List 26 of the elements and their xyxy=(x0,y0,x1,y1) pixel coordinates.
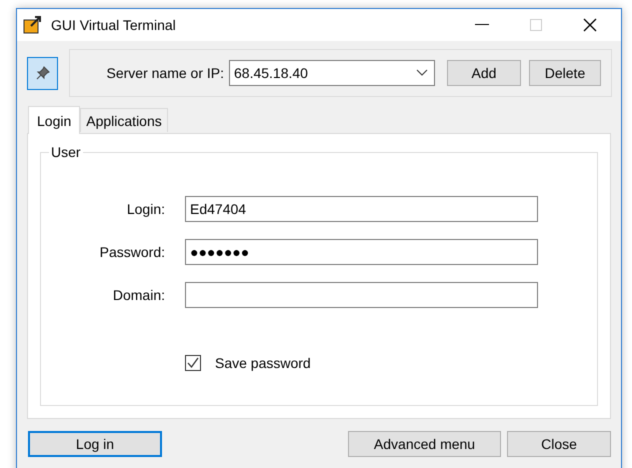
checkbox[interactable] xyxy=(185,355,201,371)
input-field[interactable]: Ed47404 xyxy=(185,196,538,222)
terminal-icon xyxy=(23,15,43,35)
input-field[interactable] xyxy=(185,282,538,308)
add-button[interactable]: Add xyxy=(447,60,521,86)
field-label: Password: xyxy=(98,244,165,260)
delete-button[interactable]: Delete xyxy=(529,60,601,86)
checkbox-label: Save password xyxy=(215,355,311,371)
chevron-down-icon xyxy=(416,69,428,77)
window-title: GUI Virtual Terminal xyxy=(51,17,177,33)
maximize-icon xyxy=(530,19,542,31)
pin-button[interactable] xyxy=(27,56,58,90)
input-field[interactable]: ●●●●●●● xyxy=(185,239,538,265)
dialog-button[interactable]: Log in xyxy=(28,431,162,457)
tab[interactable]: Applications xyxy=(80,108,168,132)
group-title: User xyxy=(50,144,82,160)
tab[interactable]: Login xyxy=(28,106,80,134)
pin-icon xyxy=(34,65,50,81)
server-label: Server name or IP: xyxy=(106,65,224,81)
dialog-button[interactable]: Advanced menu xyxy=(348,431,501,457)
close-icon xyxy=(583,18,597,32)
server-combo[interactable]: 68.45.18.40 xyxy=(229,60,435,86)
dialog-button[interactable]: Close xyxy=(507,431,611,457)
field-label: Login: xyxy=(126,201,165,217)
field-label: Domain: xyxy=(112,287,165,303)
minimize-icon xyxy=(475,24,489,26)
